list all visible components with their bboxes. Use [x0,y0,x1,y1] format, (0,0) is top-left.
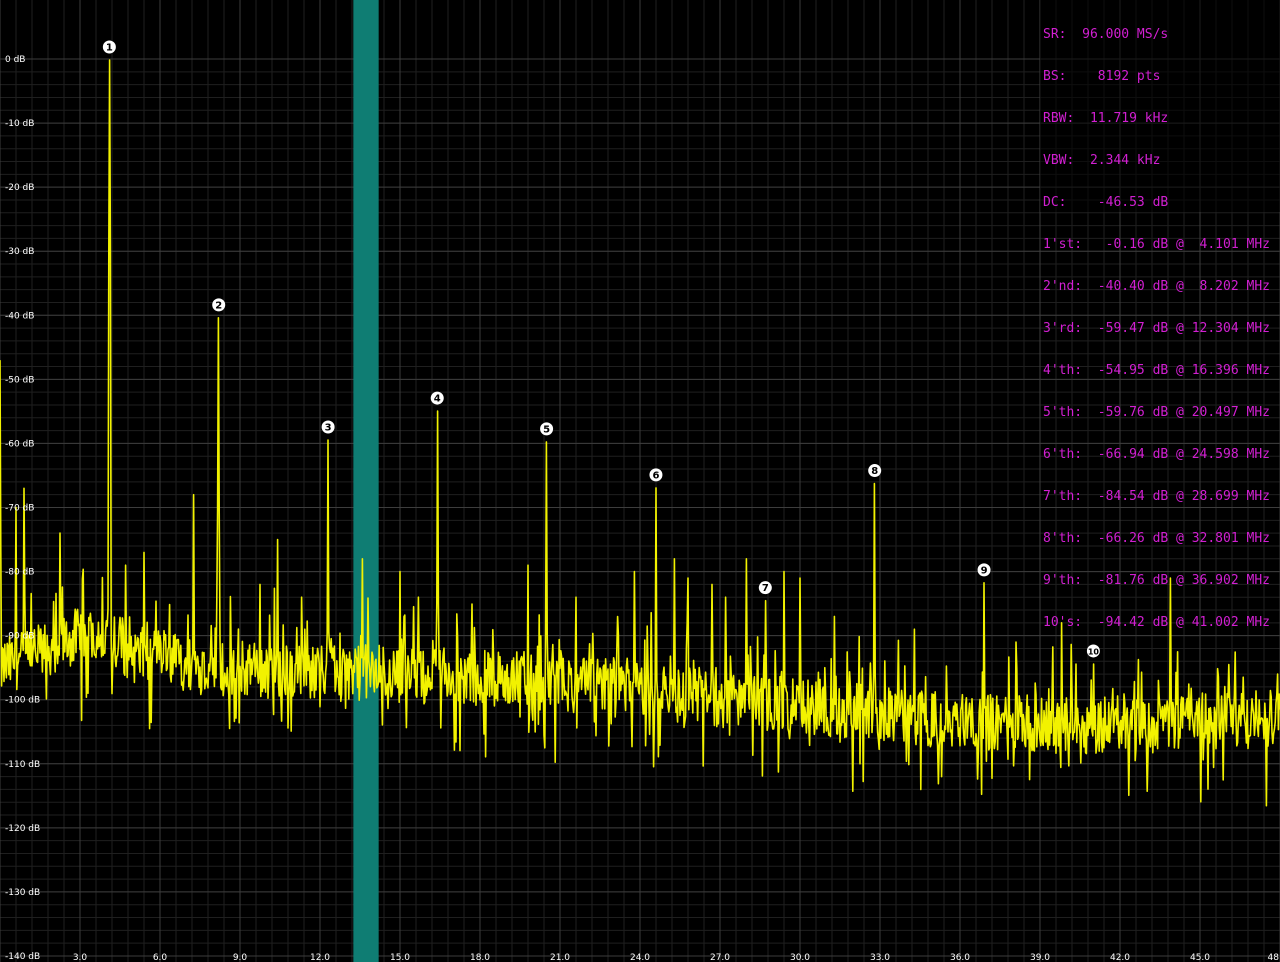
x-tick-label: 3.0 [73,953,88,962]
x-tick-label: 9.0 [233,953,248,962]
x-tick-label: 33.0 [870,953,890,962]
x-tick-label: 42.0 [1110,953,1130,962]
y-tick-label: -110 dB [5,760,40,770]
marker-7-label: 7 [762,583,769,594]
readout-harmonic-7: 7'th: -84.54 dB @ 28.699 MHz [1043,489,1270,504]
readout-dc: DC: -46.53 dB [1043,195,1169,210]
y-tick-label: -40 dB [5,311,34,321]
y-tick-label: -80 dB [5,568,34,578]
y-tick-label: -60 dB [5,439,34,449]
x-tick-label: 45.0 [1190,953,1210,962]
readout-vbw: VBW: 2.344 kHz [1043,153,1161,168]
readout-harmonic-9: 9'th: -81.76 dB @ 36.902 MHz [1043,573,1270,588]
measurement-readout: SR: 96.000 MS/s BS: 8192 pts RBW: 11.719… [1040,0,1280,630]
marker-6-label: 6 [652,470,659,481]
x-tick-label: 15.0 [390,953,410,962]
marker-2-label: 2 [215,300,222,311]
y-tick-label: -10 dB [5,119,34,129]
marker-4-label: 4 [434,394,441,405]
highlight-band[interactable] [353,0,379,962]
readout-harmonic-1: 1'st: -0.16 dB @ 4.101 MHz [1043,237,1270,252]
y-tick-label: -90 dB [5,632,34,642]
x-tick-label: 18.0 [470,953,490,962]
readout-sample-rate: SR: 96.000 MS/s [1043,27,1169,42]
x-tick-label: 6.0 [153,953,168,962]
x-tick-label: 48 [1268,953,1280,962]
x-tick-label: 30.0 [790,953,810,962]
y-tick-label: -70 dB [5,504,34,514]
readout-harmonic-8: 8'th: -66.26 dB @ 32.801 MHz [1043,531,1270,546]
y-tick-label: 0 dB [5,55,25,65]
marker-5-label: 5 [543,424,550,435]
y-tick-label: -140 dB [5,952,40,962]
marker-1-label: 1 [106,43,113,54]
readout-buffer-size: BS: 8192 pts [1043,69,1161,84]
readout-harmonic-4: 4'th: -54.95 dB @ 16.396 MHz [1043,363,1270,378]
x-tick-label: 21.0 [550,953,570,962]
y-tick-label: -20 dB [5,183,34,193]
y-tick-label: -120 dB [5,824,40,834]
y-tick-label: -130 dB [5,888,40,898]
readout-harmonic-3: 3'rd: -59.47 dB @ 12.304 MHz [1043,321,1270,336]
readout-harmonic-6: 6'th: -66.94 dB @ 24.598 MHz [1043,447,1270,462]
readout-harmonic-10: 10's: -94.42 dB @ 41.002 MHz [1043,615,1270,630]
marker-3-label: 3 [325,423,332,434]
x-tick-label: 39.0 [1030,953,1050,962]
y-tick-label: -100 dB [5,696,40,706]
y-tick-label: -50 dB [5,375,34,385]
marker-9-label: 9 [981,565,988,576]
x-tick-label: 24.0 [630,953,650,962]
readout-rbw: RBW: 11.719 kHz [1043,111,1169,126]
marker-10-label: 10 [1088,647,1100,656]
readout-harmonic-5: 5'th: -59.76 dB @ 20.497 MHz [1043,405,1270,420]
y-tick-label: -30 dB [5,247,34,257]
x-tick-label: 36.0 [950,953,970,962]
readout-harmonic-2: 2'nd: -40.40 dB @ 8.202 MHz [1043,279,1270,294]
x-tick-label: 12.0 [310,953,330,962]
marker-8-label: 8 [871,466,878,477]
x-tick-label: 27.0 [710,953,730,962]
